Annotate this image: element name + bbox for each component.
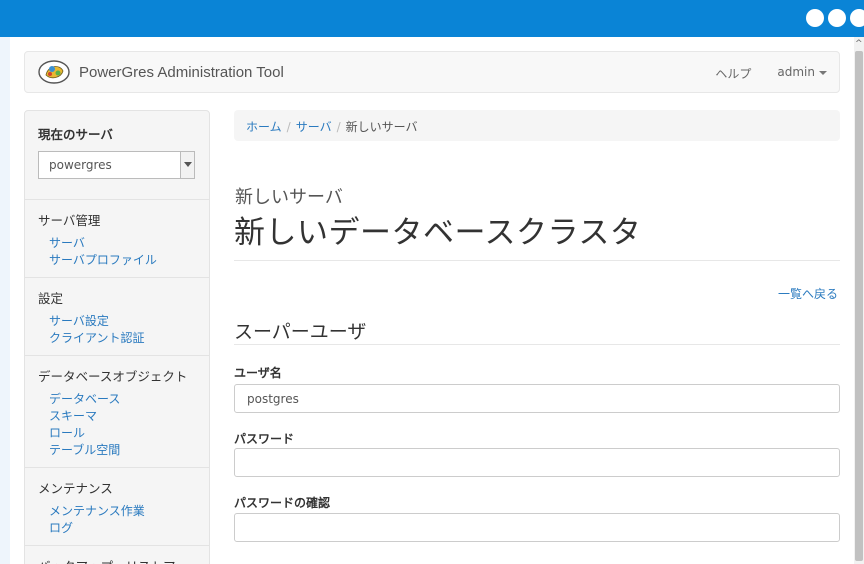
sidebar-item-server-profile[interactable]: サーバプロファイル [38,252,197,269]
sidebar-section-heading: メンテナンス [38,481,113,496]
user-name: admin [777,65,815,79]
sidebar-section-backup: バックアップ・リストア [25,546,209,564]
divider [234,260,840,261]
sidebar-item-maintenance-tasks[interactable]: メンテナンス作業 [38,503,197,520]
current-server-value: powergres [49,158,112,172]
password-input[interactable] [234,448,840,477]
sidebar-section-settings: 設定 サーバ設定 クライアント認証 [25,278,209,356]
sidebar-section-maintenance: メンテナンス メンテナンス作業 ログ [25,468,209,546]
sidebar-section-heading: サーバ管理 [38,213,101,228]
sidebar-item-server-settings[interactable]: サーバ設定 [38,313,197,330]
top-navbar: PowerGres Administration Tool ヘルプ admin [24,51,840,93]
window-controls [806,9,864,27]
help-link[interactable]: ヘルプ [715,65,751,82]
powergres-logo-icon [38,60,70,84]
sidebar-section-heading: バックアップ・リストア [38,556,197,564]
breadcrumb-separator: / [286,120,291,134]
section-title-superuser: スーパーユーザ [234,321,367,343]
breadcrumb-home[interactable]: ホーム [246,120,282,134]
current-server-heading: 現在のサーバ [38,127,113,142]
password-label: パスワード [234,432,295,446]
navbar-right: ヘルプ admin [715,65,827,82]
scroll-up-icon[interactable]: ^ [855,39,863,49]
brand[interactable]: PowerGres Administration Tool [37,59,284,85]
breadcrumb: ホーム / サーバ / 新しいサーバ [234,110,840,141]
sidebar-item-tablespace[interactable]: テーブル空間 [38,442,197,459]
page-title: 新しいデータベースクラスタ [234,215,642,251]
breadcrumb-separator: / [336,120,341,134]
password-confirm-input[interactable] [234,513,840,542]
scrollbar-thumb[interactable] [855,51,863,561]
username-label: ユーザ名 [234,366,282,380]
breadcrumb-server[interactable]: サーバ [296,120,332,134]
sidebar-section-db-objects: データベースオブジェクト データベース スキーマ ロール テーブル空間 [25,356,209,468]
caret-down-icon [819,70,827,75]
sidebar-item-server[interactable]: サーバ [38,235,197,252]
browser-viewport: PowerGres Administration Tool ヘルプ admin … [10,37,854,564]
sidebar: 現在のサーバ powergres サーバ管理 サーバ サーバプロファイル 設定 … [24,110,210,564]
sidebar-section-heading: 設定 [38,291,64,306]
chevron-down-icon [184,162,192,167]
sidebar-item-log[interactable]: ログ [38,520,197,537]
current-server-select[interactable]: powergres [38,151,195,179]
sidebar-item-database[interactable]: データベース [38,391,197,408]
select-button[interactable] [180,152,194,178]
current-server-section: 現在のサーバ powergres [25,111,209,200]
sidebar-item-schema[interactable]: スキーマ [38,408,197,425]
back-to-list-link[interactable]: 一覧へ戻る [778,285,838,302]
sidebar-item-client-auth[interactable]: クライアント認証 [38,330,197,347]
brand-title: PowerGres Administration Tool [79,63,284,81]
password-confirm-label: パスワードの確認 [234,496,331,510]
sidebar-item-role[interactable]: ロール [38,425,197,442]
window-dot-icon[interactable] [850,9,864,27]
breadcrumb-current: 新しいサーバ [345,120,418,134]
window-titlebar [0,0,864,37]
user-menu[interactable]: admin [777,65,827,82]
divider [234,344,840,345]
window-dot-icon[interactable] [828,9,846,27]
vertical-scrollbar[interactable]: ^ [854,37,864,564]
page-subtitle: 新しいサーバ [235,187,343,208]
window-dot-icon[interactable] [806,9,824,27]
sidebar-section-server-management: サーバ管理 サーバ サーバプロファイル [25,200,209,278]
sidebar-section-heading: データベースオブジェクト [38,369,188,384]
username-input[interactable] [234,384,840,413]
